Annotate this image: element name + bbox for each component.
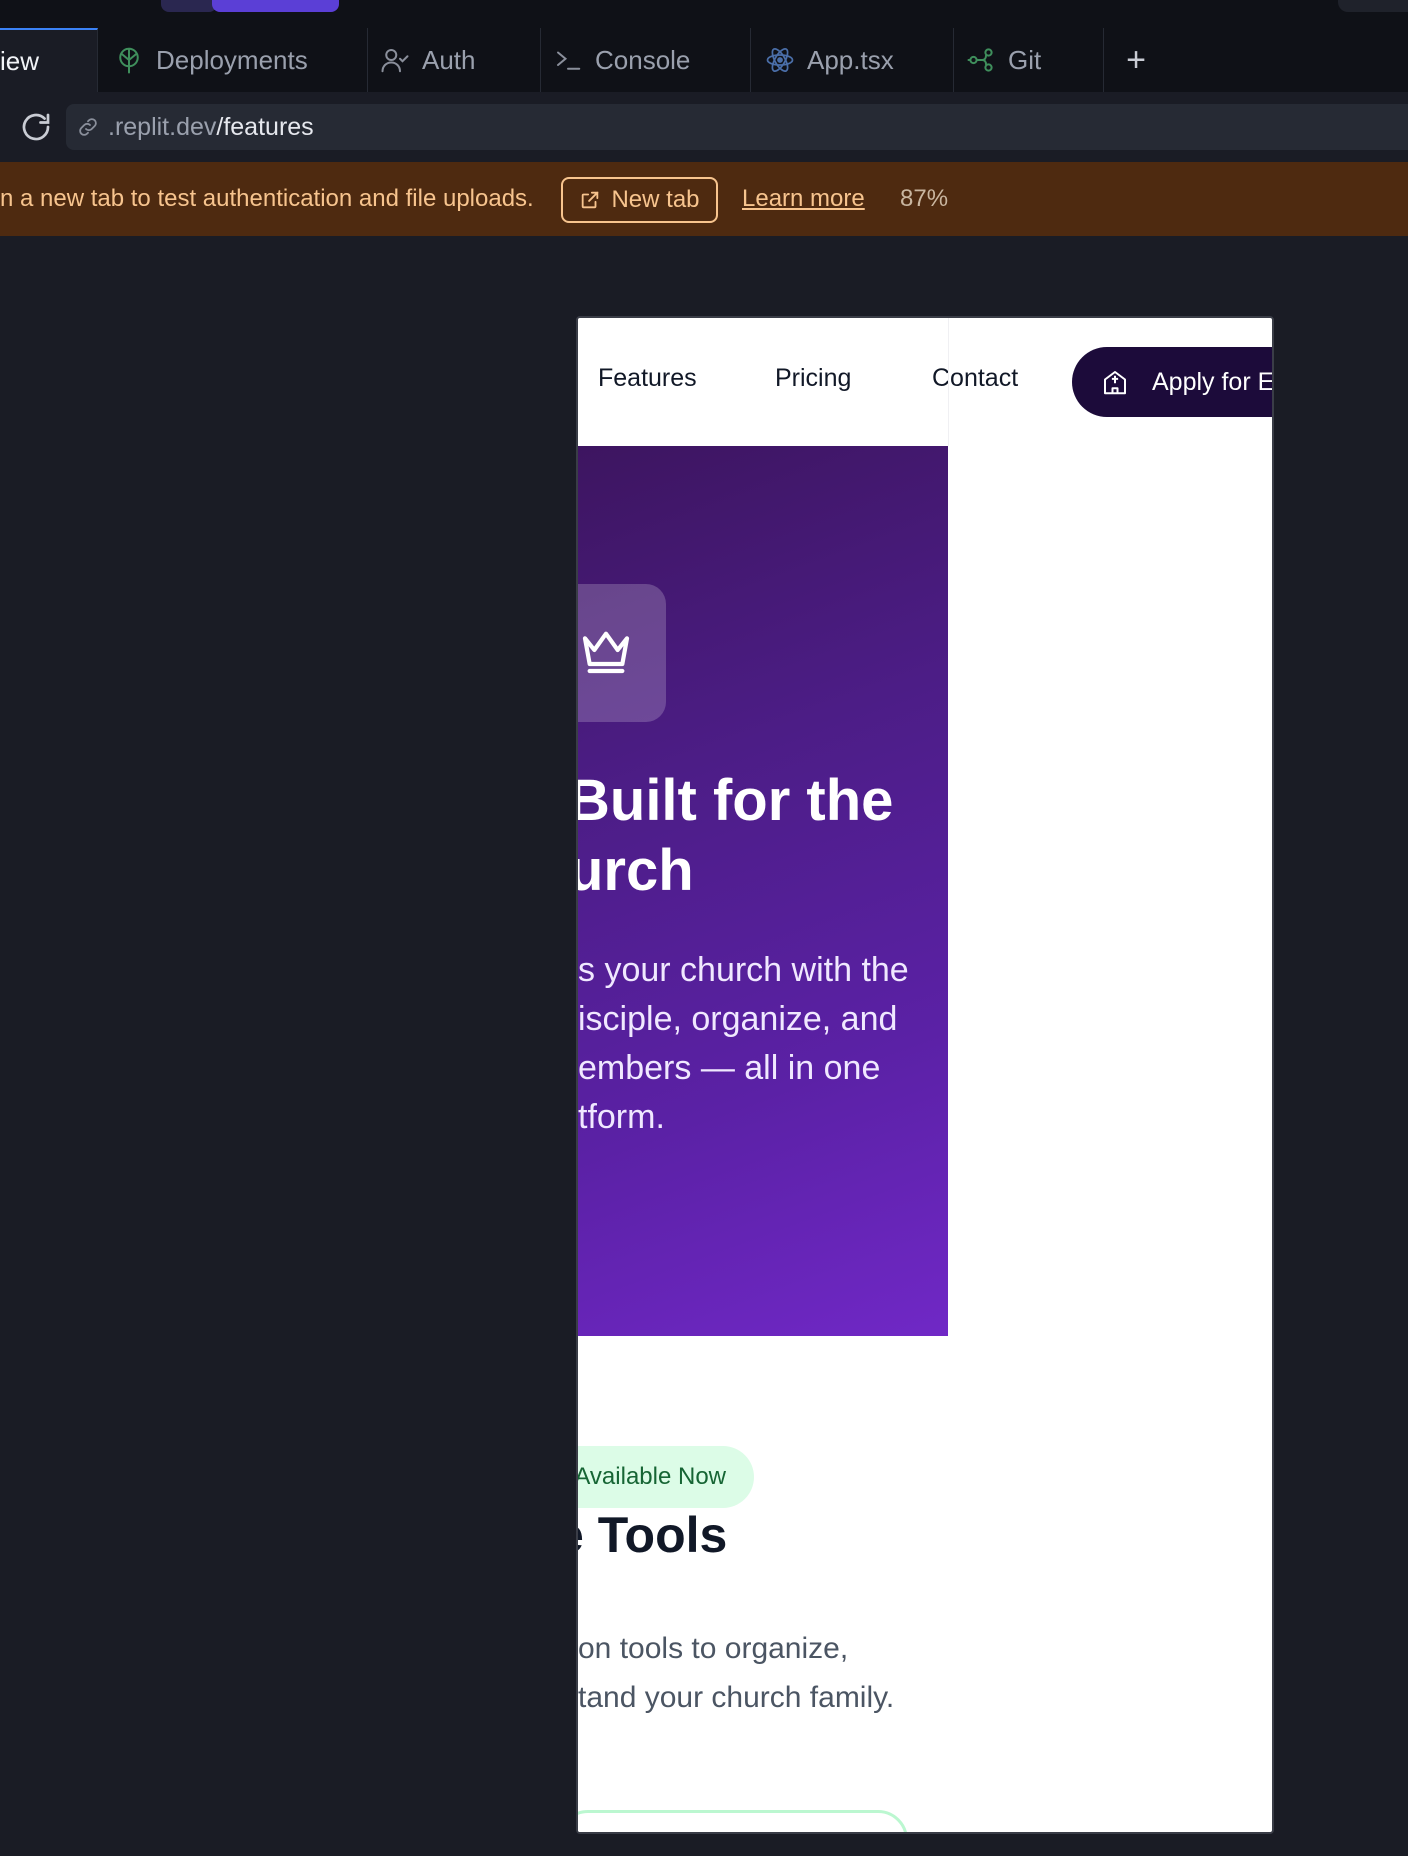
nav-features[interactable]: Features <box>598 364 697 393</box>
deployments-icon <box>114 45 144 75</box>
open-new-tab-button[interactable]: New tab <box>561 177 718 223</box>
pane-tab-bar: iew Deployments Auth Console App.tsx Git… <box>0 28 1408 92</box>
church-icon <box>1104 371 1126 395</box>
tab-git[interactable]: Git <box>954 28 1104 92</box>
tab-label: iew <box>0 45 40 76</box>
section-desc-line: on tools to organize, <box>578 1632 849 1665</box>
feature-card[interactable] <box>578 1810 908 1832</box>
apply-button-label: Apply for E <box>1152 367 1274 396</box>
site-preview-frame: Features Pricing Contact Apply for E Bui… <box>576 316 1274 1834</box>
available-now-badge: Available Now <box>578 1446 754 1508</box>
hero-title-line-1: Built for the <box>578 768 894 833</box>
tab-app-tsx[interactable]: App.tsx <box>751 28 954 92</box>
url-input[interactable]: .replit.dev/features <box>66 104 1408 150</box>
hero-description: s your church with the isciple, organize… <box>578 946 948 1142</box>
crown-badge <box>578 584 666 722</box>
hero-title: Built for the urch <box>578 766 948 906</box>
auth-user-icon <box>380 45 410 75</box>
tab-webview[interactable]: iew <box>0 28 98 92</box>
react-icon <box>765 45 795 75</box>
top-strip <box>0 0 1408 28</box>
nav-pricing[interactable]: Pricing <box>775 364 851 393</box>
hero-desc-line: tform. <box>578 1098 665 1136</box>
section-description: on tools to organize, tand your church f… <box>578 1624 894 1722</box>
add-tab-button[interactable]: + <box>1104 28 1168 92</box>
plus-icon: + <box>1126 40 1146 79</box>
section-title: e Tools <box>578 1507 728 1563</box>
top-control-left[interactable] <box>161 0 217 12</box>
link-icon <box>79 118 97 136</box>
site-navbar: Features Pricing Contact Apply for E <box>578 318 1274 446</box>
divider <box>948 318 949 446</box>
hero-desc-line: embers — all in one <box>578 1049 881 1087</box>
terminal-icon <box>553 45 583 75</box>
tab-auth[interactable]: Auth <box>368 28 541 92</box>
tab-label: App.tsx <box>807 44 894 75</box>
git-icon <box>966 45 996 75</box>
top-control-active[interactable] <box>212 0 339 12</box>
hero-section: Built for the urch s your church with th… <box>578 446 948 1336</box>
hero-title-line-2: urch <box>578 838 694 903</box>
hero-desc-line: isciple, organize, and <box>578 1000 898 1038</box>
tab-deployments[interactable]: Deployments <box>98 28 368 92</box>
external-link-icon <box>582 191 599 209</box>
tab-label: Auth <box>422 44 476 75</box>
crown-icon <box>582 631 630 674</box>
webview-notice-banner: n a new tab to test authentication and f… <box>0 162 1408 236</box>
tab-console[interactable]: Console <box>541 28 751 92</box>
reload-icon <box>22 113 50 141</box>
tab-label: Git <box>1008 44 1042 75</box>
apply-button[interactable]: Apply for E <box>1072 347 1274 417</box>
section-desc-line: tand your church family. <box>578 1681 895 1714</box>
webview-address-row: .replit.dev/features <box>0 92 1408 162</box>
learn-more-link[interactable]: Learn more <box>742 162 865 236</box>
tab-label: Console <box>595 44 691 75</box>
banner-message: n a new tab to test authentication and f… <box>0 185 534 212</box>
reload-button[interactable] <box>18 109 54 145</box>
zoom-level[interactable]: 87% <box>900 162 948 236</box>
new-tab-label: New tab <box>611 186 700 213</box>
url-host: .replit.dev <box>108 112 217 141</box>
url-path: /features <box>216 112 314 141</box>
nav-contact[interactable]: Contact <box>932 364 1018 393</box>
replit-workspace: iew Deployments Auth Console App.tsx Git… <box>0 0 1408 1856</box>
hero-desc-line: s your church with the <box>578 951 909 989</box>
tab-label: Deployments <box>156 44 308 75</box>
top-corner-control[interactable] <box>1338 0 1408 12</box>
